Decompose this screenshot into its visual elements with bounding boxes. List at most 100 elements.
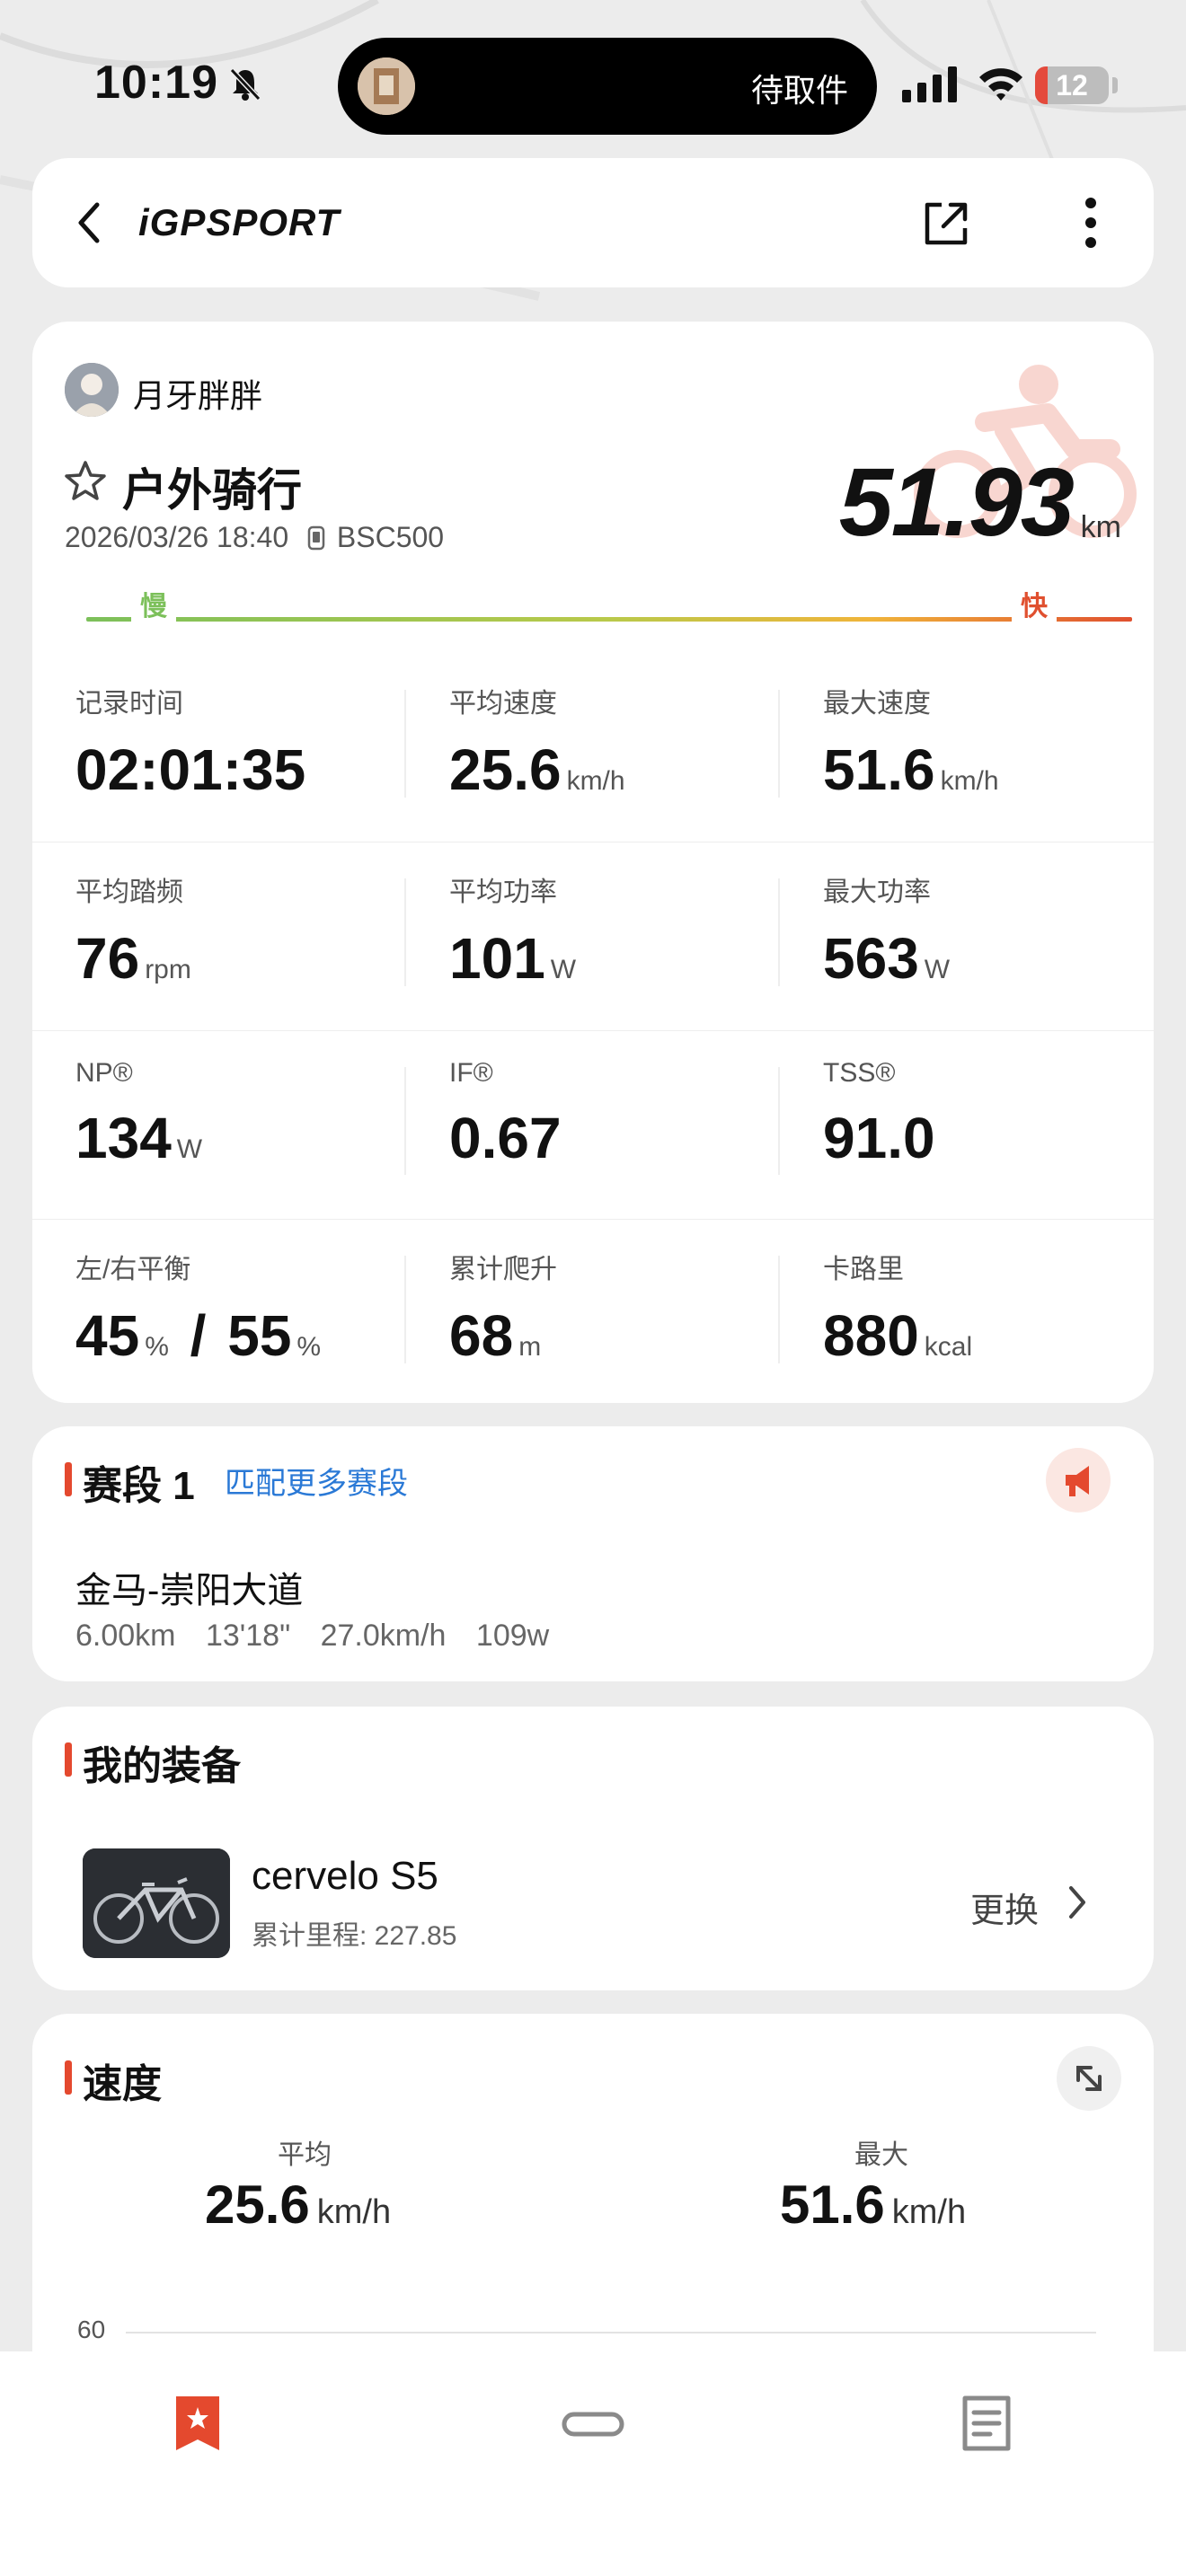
segment-speed: 27.0km/h: [320, 1619, 447, 1653]
speed-title: 速度: [83, 2062, 162, 2106]
bike-name: cervelo S5: [252, 1854, 438, 1898]
stat-unit: km/h: [566, 766, 625, 796]
battery-nub: [1112, 77, 1118, 93]
bike-photo: [83, 1848, 230, 1958]
wifi-icon: [979, 68, 1022, 101]
stat-label: 最大速度: [823, 689, 931, 719]
stat-avg-cadence: 平均踏频 76 rpm: [75, 869, 417, 992]
status-bar: 10:19 待取件 12: [0, 0, 1186, 162]
balance-separator: /: [190, 1303, 207, 1368]
live-activity-thumbnail: [358, 57, 415, 115]
distance-unit: km: [1080, 510, 1121, 544]
document-icon[interactable]: [960, 2395, 1013, 2452]
more-vertical-icon[interactable]: [1084, 196, 1098, 250]
stat-label: TSS®: [823, 1058, 896, 1088]
bell-muted-icon: [229, 67, 261, 101]
stat-tss: TSS® 91.0: [823, 1058, 1154, 1171]
activity-title: 户外骑行: [122, 465, 302, 516]
cellular-signal-icon: [902, 66, 957, 102]
section-accent: [65, 2060, 72, 2095]
bookmark-star-icon[interactable]: [173, 2395, 223, 2452]
stat-value: 51.6: [823, 737, 935, 802]
avg-speed-number: 25.6: [205, 2175, 310, 2235]
total-distance: 51.93: [838, 447, 1075, 556]
speed-unit: km/h: [891, 2193, 967, 2231]
divider: [778, 1256, 780, 1363]
username: 月牙胖胖: [133, 377, 263, 414]
section-accent: [65, 1462, 72, 1496]
stat-max-power: 最大功率 563 W: [823, 869, 1154, 992]
stat-value: 134: [75, 1106, 172, 1170]
section-accent: [65, 1742, 72, 1777]
battery-indicator: 12: [1035, 66, 1109, 104]
dynamic-island[interactable]: 待取件: [338, 38, 877, 135]
change-bike-button[interactable]: 更换: [970, 1883, 1039, 1932]
segment-stats: 6.00km 13'18" 27.0km/h 109w: [75, 1619, 571, 1654]
segment-card[interactable]: 赛段 1 匹配更多赛段 金马-崇阳大道 6.00km 13'18" 27.0km…: [32, 1426, 1154, 1681]
divider: [404, 1067, 406, 1175]
chart-gridline: [126, 2332, 1096, 2333]
collapse-icon[interactable]: [1057, 2046, 1121, 2111]
stat-unit: kcal: [924, 1332, 973, 1362]
stat-record-time: 记录时间 02:01:35: [75, 681, 417, 803]
segment-distance: 6.00km: [75, 1619, 176, 1653]
stat-value: 880: [823, 1303, 919, 1368]
fast-label: 快: [1012, 584, 1057, 623]
megaphone-icon[interactable]: [1046, 1448, 1111, 1513]
stat-label: 记录时间: [75, 689, 183, 719]
stat-value: 563: [823, 926, 919, 991]
chevron-left-icon[interactable]: [72, 199, 108, 246]
stat-label: 左/右平衡: [75, 1255, 191, 1284]
battery-percent: 12: [1056, 69, 1088, 101]
gear-card: 我的装备 cervelo S5 累计里程: 227.85 更换: [32, 1707, 1154, 1990]
segment-name: 金马-崇阳大道: [75, 1571, 304, 1610]
stat-unit: rpm: [145, 955, 191, 984]
stat-value: 91.0: [823, 1106, 935, 1170]
stat-value: 76: [75, 926, 140, 991]
stat-elevation-gain: 累计爬升 68 m: [449, 1247, 791, 1369]
stat-unit: %: [296, 1332, 322, 1362]
stat-label: 平均功率: [449, 878, 557, 907]
stat-label: 平均踏频: [75, 878, 183, 907]
balance-right: 55: [227, 1303, 292, 1368]
live-activity-text: 待取件: [750, 72, 848, 109]
stat-label: 平均速度: [449, 689, 557, 719]
stat-label: NP®: [75, 1058, 133, 1088]
avg-speed-value: 25.6 km/h: [205, 2174, 391, 2236]
stat-unit: W: [924, 955, 951, 984]
device-icon: [307, 525, 325, 551]
stat-unit: W: [550, 955, 577, 984]
slow-label: 慢: [131, 584, 176, 623]
device-icon[interactable]: [561, 2395, 625, 2452]
segment-time: 13'18": [205, 1619, 291, 1653]
avg-speed-label: 平均: [278, 2140, 332, 2170]
stat-label: IF®: [449, 1058, 493, 1088]
chart-axis-label: 60: [77, 2316, 106, 2343]
bottom-tab-bar: [0, 2351, 1186, 2576]
gear-title: 我的装备: [83, 1744, 241, 1788]
stat-label: 卡路里: [823, 1255, 904, 1284]
divider: [404, 690, 406, 798]
stat-label: 最大功率: [823, 878, 931, 907]
divider: [404, 878, 406, 986]
max-speed-value: 51.6 km/h: [780, 2174, 966, 2236]
max-speed-number: 51.6: [780, 2175, 885, 2235]
stat-lr-balance: 左/右平衡 45% / 55%: [75, 1247, 417, 1369]
stats-row: 记录时间 02:01:35 平均速度 25.6 km/h 最大速度 51.6 km/…: [32, 654, 1154, 842]
share-icon[interactable]: [922, 199, 970, 248]
stat-value: 68: [449, 1303, 514, 1368]
star-outline-icon[interactable]: [65, 460, 106, 501]
match-more-segments-link[interactable]: 匹配更多赛段: [225, 1459, 408, 1503]
avatar[interactable]: [65, 363, 119, 417]
stat-calories: 卡路里 880 kcal: [823, 1247, 1154, 1369]
brand-logo: iGPSPORT: [138, 201, 341, 243]
segment-power: 109w: [475, 1619, 550, 1653]
stat-value: 0.67: [449, 1106, 562, 1170]
device-name: BSC500: [336, 521, 445, 553]
stat-value: 02:01:35: [75, 737, 306, 802]
chevron-right-icon[interactable]: [1066, 1884, 1089, 1920]
stat-np: NP® 134 W: [75, 1058, 417, 1171]
stat-label: 累计爬升: [449, 1255, 557, 1284]
stat-value: 101: [449, 926, 545, 991]
status-time: 10:19: [94, 57, 218, 109]
